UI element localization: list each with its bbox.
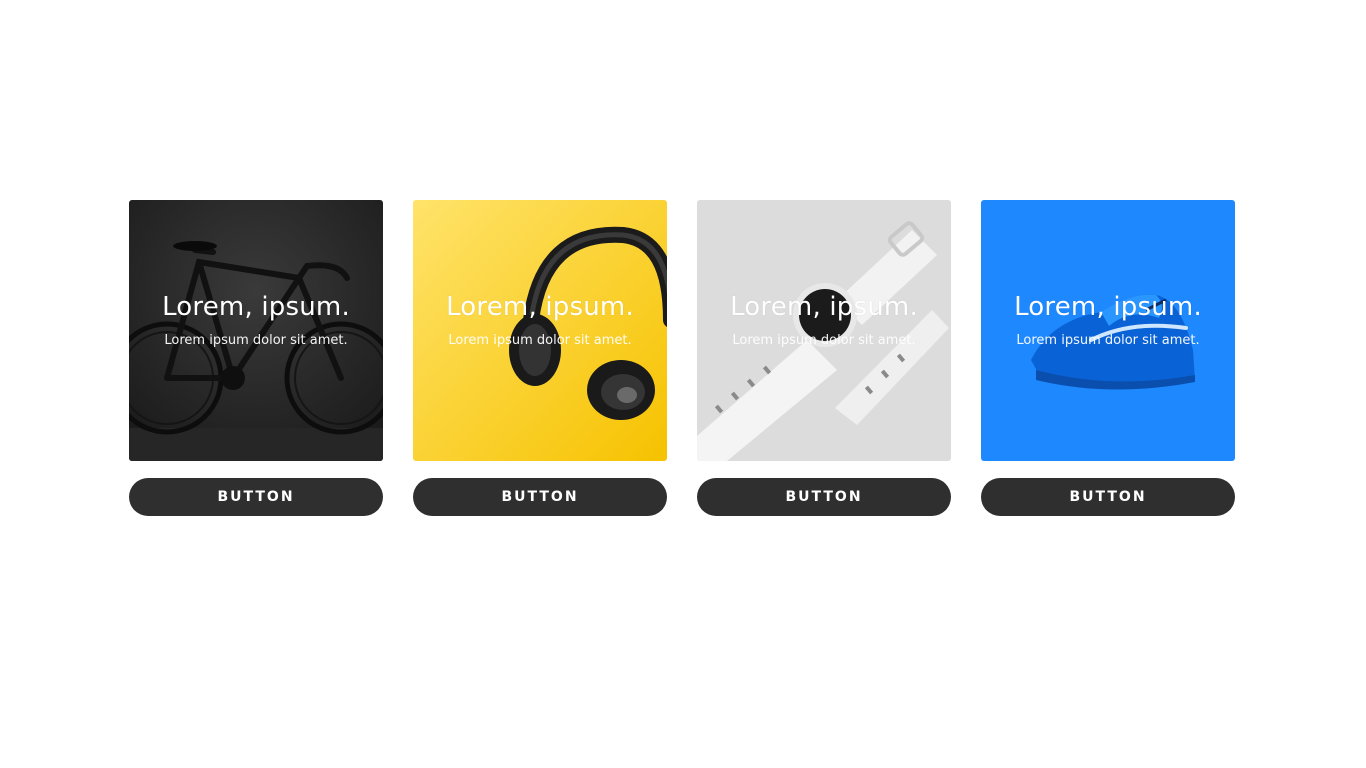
card-subtitle: Lorem ipsum dolor sit amet. — [732, 333, 916, 348]
card-image-bicycle: Lorem, ipsum. Lorem ipsum dolor sit amet… — [129, 200, 383, 461]
product-card: Lorem, ipsum. Lorem ipsum dolor sit amet… — [413, 200, 667, 516]
card-button[interactable]: BUTTON — [413, 478, 667, 516]
card-subtitle: Lorem ipsum dolor sit amet. — [164, 333, 348, 348]
card-title: Lorem, ipsum. — [730, 292, 918, 322]
product-card: Lorem, ipsum. Lorem ipsum dolor sit amet… — [697, 200, 951, 516]
card-subtitle: Lorem ipsum dolor sit amet. — [448, 333, 632, 348]
card-overlay: Lorem, ipsum. Lorem ipsum dolor sit amet… — [697, 290, 951, 350]
card-subtitle: Lorem ipsum dolor sit amet. — [1016, 333, 1200, 348]
card-image-sneaker: Lorem, ipsum. Lorem ipsum dolor sit amet… — [981, 200, 1235, 461]
card-title: Lorem, ipsum. — [446, 292, 634, 322]
card-title: Lorem, ipsum. — [1014, 292, 1202, 322]
card-overlay: Lorem, ipsum. Lorem ipsum dolor sit amet… — [129, 290, 383, 350]
card-overlay: Lorem, ipsum. Lorem ipsum dolor sit amet… — [413, 290, 667, 350]
product-card: Lorem, ipsum. Lorem ipsum dolor sit amet… — [129, 200, 383, 516]
product-card: Lorem, ipsum. Lorem ipsum dolor sit amet… — [981, 200, 1235, 516]
card-button[interactable]: BUTTON — [981, 478, 1235, 516]
card-button[interactable]: BUTTON — [697, 478, 951, 516]
card-image-headphones: Lorem, ipsum. Lorem ipsum dolor sit amet… — [413, 200, 667, 461]
card-button[interactable]: BUTTON — [129, 478, 383, 516]
card-image-wristwatch: Lorem, ipsum. Lorem ipsum dolor sit amet… — [697, 200, 951, 461]
product-card-grid: Lorem, ipsum. Lorem ipsum dolor sit amet… — [129, 200, 1235, 516]
card-title: Lorem, ipsum. — [162, 292, 350, 322]
card-overlay: Lorem, ipsum. Lorem ipsum dolor sit amet… — [981, 290, 1235, 350]
